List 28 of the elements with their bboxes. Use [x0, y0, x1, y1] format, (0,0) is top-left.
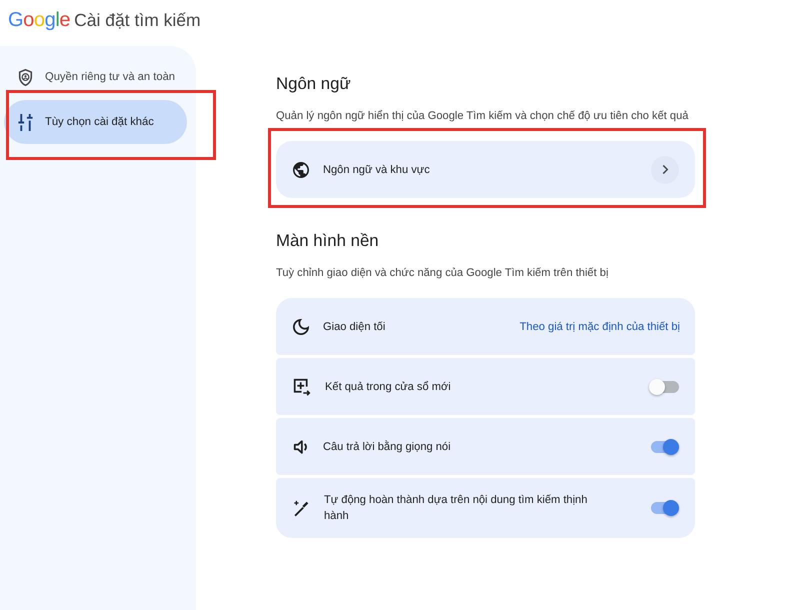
sidebar-item[interactable]: Tùy chọn cài đặt khác: [4, 100, 187, 144]
sliders-icon: [17, 114, 34, 130]
shield-icon: [17, 68, 34, 86]
section-description: Tuỳ chỉnh giao diện và chức năng của Google Tìm kiếm trên thiết bị: [276, 266, 610, 281]
settings-row[interactable]: Ngôn ngữ và khu vực: [276, 141, 695, 198]
row-label: Tự động hoàn thành dựa trên nội dung tìm kiếm thịnh hành: [324, 493, 588, 524]
row-label: Ngôn ngữ và khu vực: [323, 162, 431, 178]
section-description: Quản lý ngôn ngữ hiển thị của Google Tìm kiếm và chọn chế độ ưu tiên cho kết quả: [276, 109, 690, 124]
row-label: Kết quả trong cửa sổ mới: [325, 380, 452, 394]
page-title: Cài đặt tìm kiếm: [74, 9, 201, 32]
magic-wand-icon: [293, 500, 310, 516]
row-label: Câu trả lời bằng giọng nói: [323, 439, 452, 454]
section-title: Ngôn ngữ: [276, 73, 352, 94]
speaker-icon: [293, 438, 309, 454]
row-label: Giao diện tối: [323, 320, 386, 334]
section-title: Màn hình nền: [276, 230, 380, 251]
value-link[interactable]: Theo giá trị mặc định của thiết bị: [520, 318, 680, 334]
plus-box-arrow-icon: [293, 378, 311, 396]
sidebar-item[interactable]: Quyền riêng tư và an toàn: [4, 55, 187, 99]
chevron-right-icon: [660, 165, 670, 174]
open-button[interactable]: [651, 156, 679, 184]
toggle-switch[interactable]: [649, 438, 680, 454]
settings-row[interactable]: Giao diện tối Theo giá trị mặc định của thiết bị: [276, 298, 695, 355]
moon-icon: [293, 318, 309, 334]
toggle-switch[interactable]: [649, 500, 680, 516]
google-logo: Google: [8, 8, 70, 32]
toggle-switch[interactable]: [649, 378, 680, 394]
globe-icon: [293, 162, 309, 178]
